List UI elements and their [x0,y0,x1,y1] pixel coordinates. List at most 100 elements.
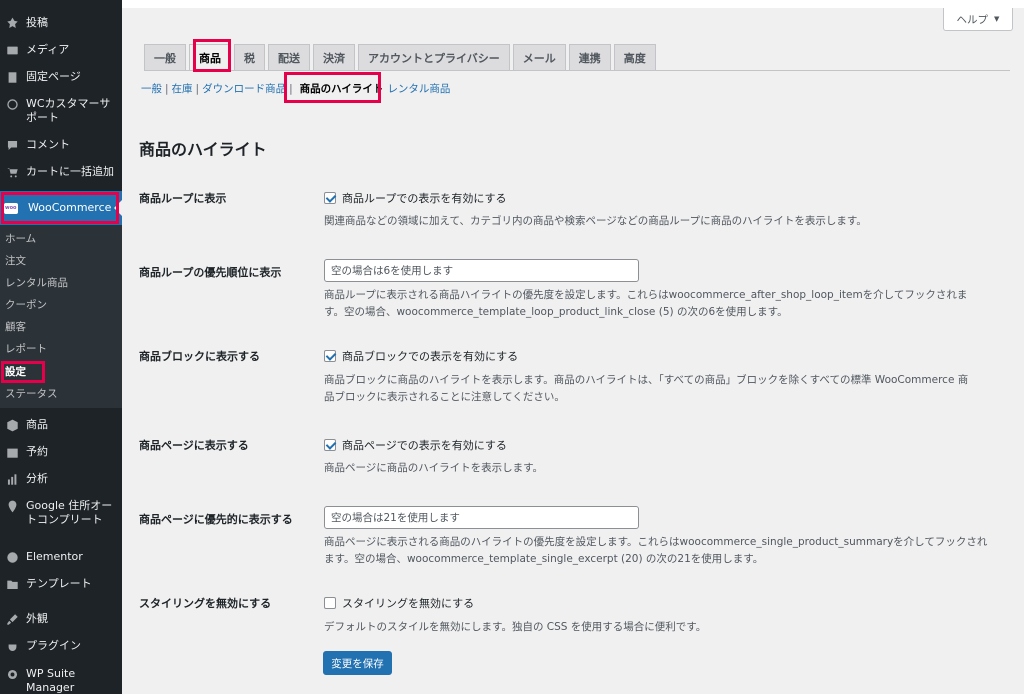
page-priority-description-1: 商品ページに表示される商品のハイライトの優先度を設定します。これらはwoocom… [324,536,988,548]
folder-icon [4,576,20,592]
tab-tax[interactable]: 税 [234,44,265,70]
menu-label: 商品 [26,418,48,431]
menu-item-posts[interactable]: 投稿 [0,15,122,31]
page-priority-input[interactable] [324,506,639,529]
page-display-checkbox-label[interactable]: 商品ページでの表示を有効にする [342,437,507,453]
subsection-downloadable[interactable]: ダウンロード商品 [202,81,286,96]
comment-icon [4,137,20,153]
loop-priority-description-2: す。空の場合、woocommerce_template_loop_product… [324,306,788,318]
menu-item-elementor[interactable]: Elementor [0,549,122,565]
submenu-home[interactable]: ホーム [5,232,36,246]
tab-advanced[interactable]: 高度 [613,44,656,70]
submenu-coupons[interactable]: クーポン [5,298,47,312]
tab-divider [144,70,1010,71]
calendar-icon [4,444,20,460]
menu-item-wp-suite-manager[interactable]: WP Suite Manager [0,666,122,694]
loop-display-description: 関連商品などの領域に加えて、カテゴリ内の商品や検索ページなどの商品ループに商品の… [324,215,867,227]
subsection-general[interactable]: 一般 [141,81,162,96]
submenu-settings[interactable]: 設定 [5,365,26,379]
menu-item-wc-support[interactable]: WCカスタマーサ ポート [0,96,122,125]
menu-label: カートに一括追加 [26,165,114,178]
menu-item-bookings[interactable]: 予約 [0,444,122,460]
block-display-description-1: 商品ブロックに商品のハイライトを表示します。商品のハイライトは、「すべての商品」… [324,374,969,386]
block-display-option[interactable]: 商品ブロックでの表示を有効にする [324,348,518,364]
submenu-status[interactable]: ステータス [5,387,58,401]
page-priority-label: 商品ページに優先的に表示する [139,513,293,526]
page-priority-description-2: ます。空の場合、woocommerce_template_single_exce… [324,553,764,565]
cart-icon [4,164,20,180]
pages-icon [4,69,20,85]
loop-priority-label: 商品ループの優先順位に表示 [139,266,282,279]
block-display-description-2: 品ブロックに表示されることに注意してください。 [324,391,565,403]
block-display-checkbox[interactable] [324,350,336,362]
styling-checkbox[interactable] [324,597,336,609]
menu-label: メディア [26,43,70,56]
menu-item-bulk-cart[interactable]: カートに一括追加 [0,164,122,180]
block-display-label: 商品ブロックに表示する [139,350,260,363]
styling-description: デフォルトのスタイルを無効にします。独自の CSS を使用する場合に便利です。 [324,621,707,633]
product-icon [4,417,20,433]
subsection-rental[interactable]: レンタル商品 [387,81,450,96]
menu-label: WooCommerce [28,201,112,214]
page-display-checkbox[interactable] [324,439,336,451]
submenu-orders[interactable]: 注文 [5,254,26,268]
submenu-customers[interactable]: 顧客 [5,320,26,334]
menu-item-google-autocomplete[interactable]: Google 住所オー トコンプリート [0,498,122,527]
menu-label: 予約 [26,445,48,458]
admin-bar-area [122,0,1024,8]
menu-item-comments[interactable]: コメント [0,137,122,153]
page-display-option[interactable]: 商品ページでの表示を有効にする [324,437,507,453]
styling-checkbox-label[interactable]: スタイリングを無効にする [342,595,474,611]
menu-item-analytics[interactable]: 分析 [0,471,122,487]
menu-item-pages[interactable]: 固定ページ [0,69,122,85]
menu-item-products[interactable]: 商品 [0,417,122,433]
loop-display-checkbox[interactable] [324,192,336,204]
submenu-reports[interactable]: レポート [5,342,47,356]
page-display-description: 商品ページに商品のハイライトを表示します。 [324,462,544,474]
tab-accounts-privacy[interactable]: アカウントとプライバシー [358,44,510,70]
tab-emails[interactable]: メール [512,44,566,70]
loop-priority-input[interactable] [324,259,639,282]
block-display-checkbox-label[interactable]: 商品ブロックでの表示を有効にする [342,348,518,364]
save-changes-button[interactable]: 変更を保存 [323,651,392,675]
help-tab-button[interactable]: ヘルプ ▼ [943,8,1013,31]
subsection-nav: 一般 | 在庫 | ダウンロード商品 | 商品のハイライト レンタル商品 [141,81,450,96]
tab-shipping[interactable]: 配送 [268,44,310,70]
menu-label: WP Suite Manager [26,667,76,694]
tab-integration[interactable]: 連携 [568,44,611,70]
subsection-highlights[interactable]: 商品のハイライト [296,81,388,96]
styling-option[interactable]: スタイリングを無効にする [324,595,474,611]
menu-label: テンプレート [26,577,92,590]
menu-item-templates[interactable]: テンプレート [0,576,122,592]
tab-general[interactable]: 一般 [144,44,186,70]
menu-item-media[interactable]: メディア [0,42,122,58]
loop-priority-description-1: 商品ループに表示される商品ハイライトの優先度を設定します。これらはwoocomm… [324,289,968,301]
analytics-icon [4,471,20,487]
menu-label: Google 住所オー トコンプリート [26,499,113,526]
woocommerce-submenu: ホーム 注文 レンタル商品 クーポン 顧客 レポート 設定 ステータス [0,225,122,408]
menu-label: コメント [26,138,70,151]
subsection-inventory[interactable]: 在庫 [172,81,193,96]
separator: | [165,82,169,95]
menu-label: プラグイン [26,639,81,652]
loop-display-checkbox-label[interactable]: 商品ループでの表示を有効にする [342,190,506,206]
page-title: 商品のハイライト [139,140,267,159]
tab-payments[interactable]: 決済 [313,44,355,70]
loop-display-option[interactable]: 商品ループでの表示を有効にする [324,190,506,206]
help-label: ヘルプ [956,13,989,26]
menu-label: Elementor [26,550,83,563]
menu-item-appearance[interactable]: 外観 [0,611,122,627]
menu-item-woocommerce[interactable]: WooCommerce [0,191,122,225]
brush-icon [4,611,20,627]
chevron-down-icon: ▼ [994,15,1000,23]
location-icon [4,498,20,514]
submenu-rental-products[interactable]: レンタル商品 [5,276,68,290]
menu-item-plugins[interactable]: プラグイン [0,638,122,654]
support-icon [4,96,20,112]
loop-display-label: 商品ループに表示 [139,192,227,205]
current-menu-arrow [114,200,122,216]
settings-tabs: 一般 商品 税 配送 決済 アカウントとプライバシー メール 連携 高度 [144,44,656,70]
admin-sidebar: 投稿 メディア 固定ページ WCカスタマーサ ポート コメント カートに一括追加… [0,0,122,694]
page-display-label: 商品ページに表示する [139,439,249,452]
tab-products[interactable]: 商品 [189,44,231,70]
